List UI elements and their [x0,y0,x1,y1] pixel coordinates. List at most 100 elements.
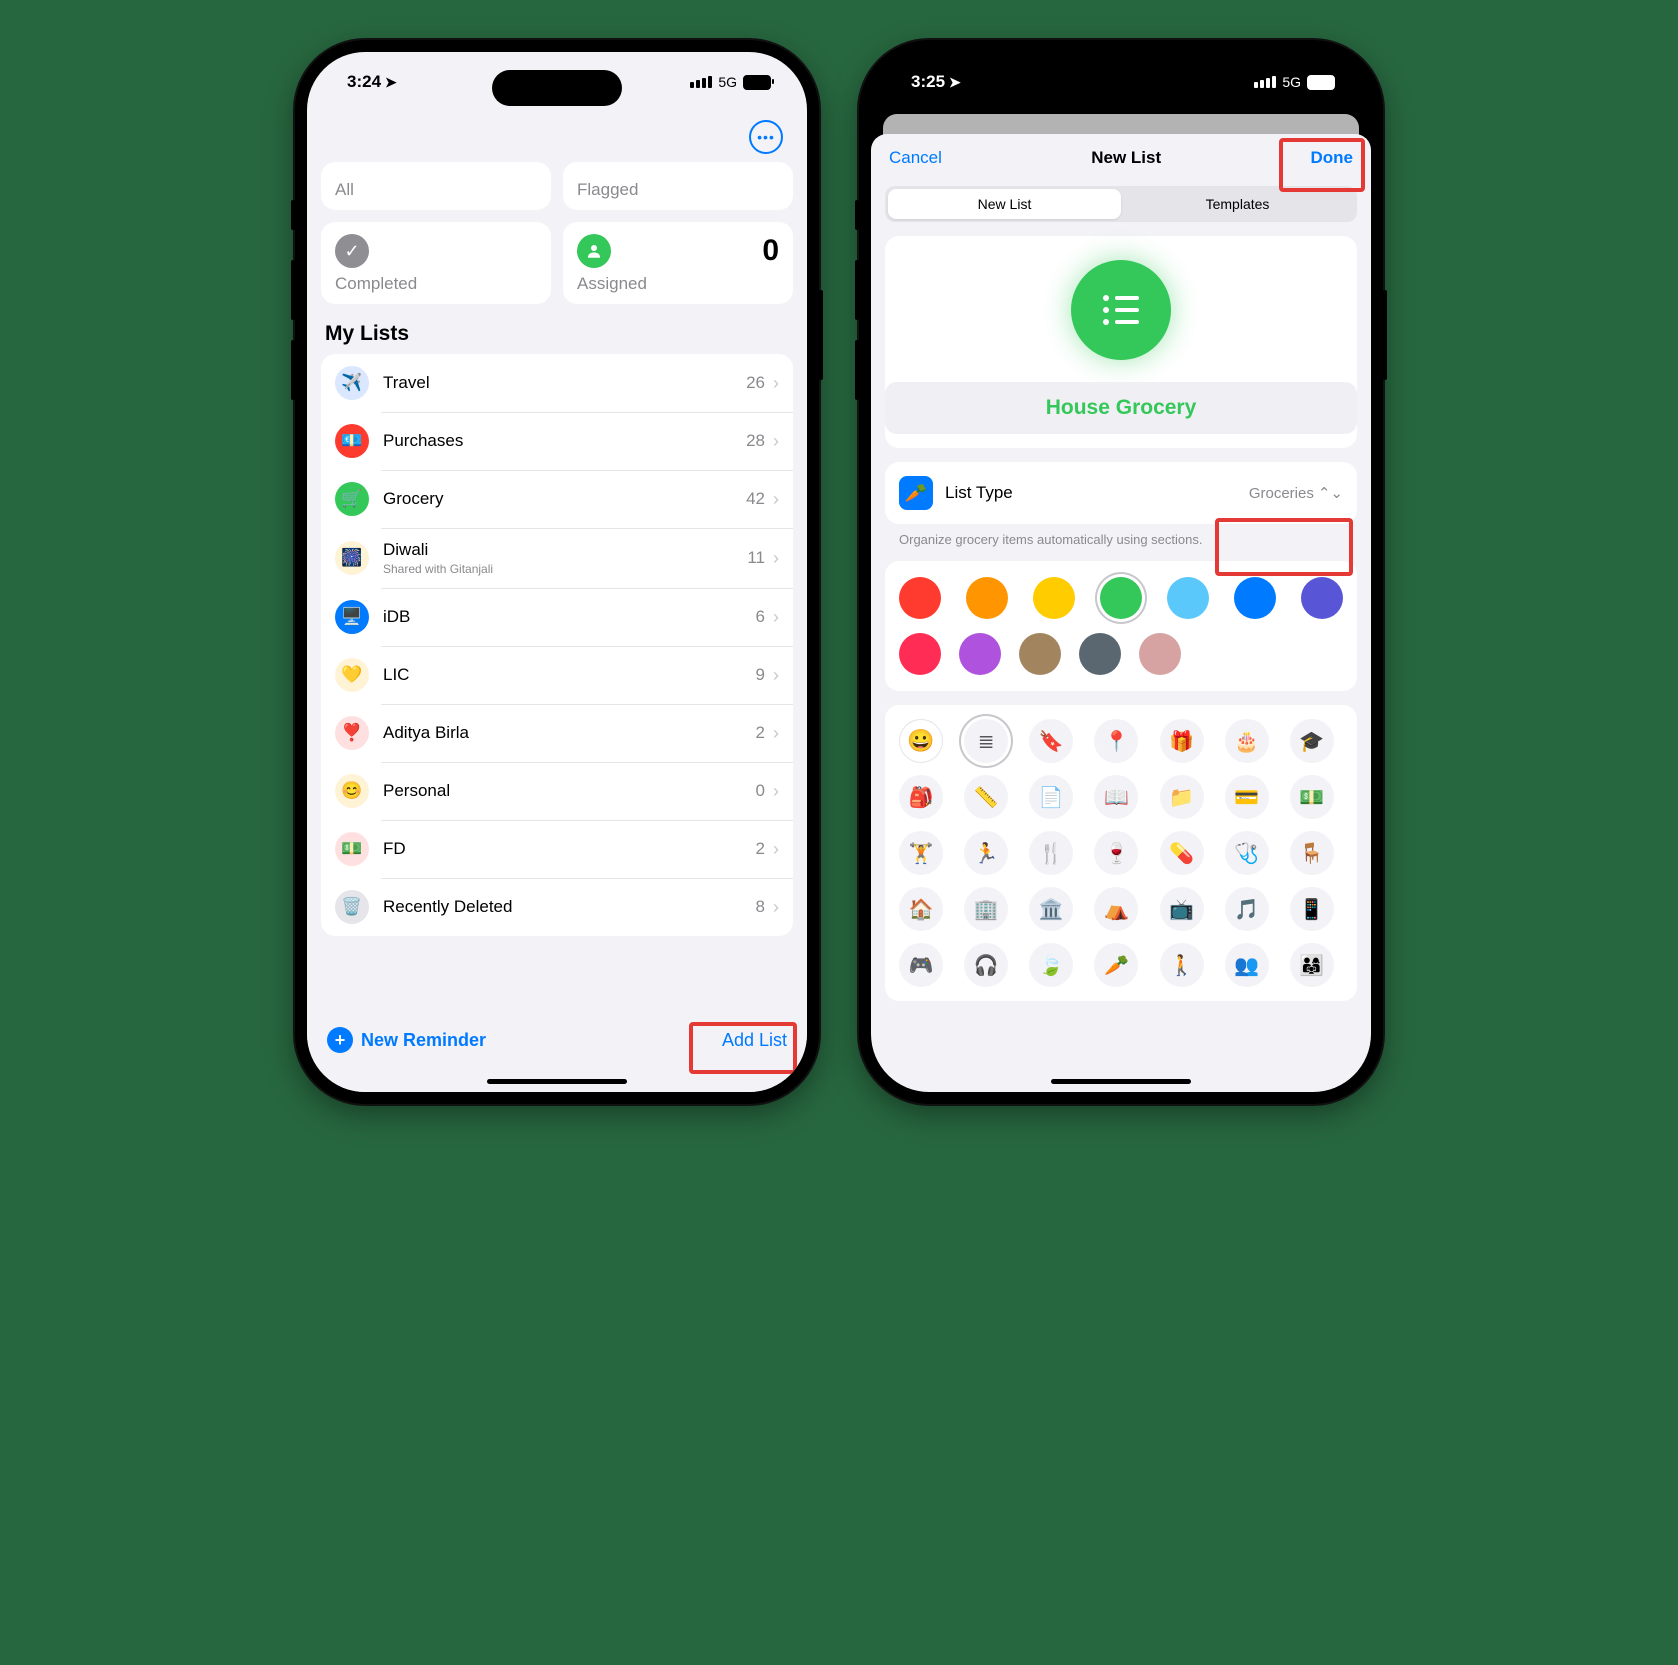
list-row-recently-deleted[interactable]: 🗑️Recently Deleted8› [321,878,793,936]
list-type-row[interactable]: 🥕 List Type Groceries ⌃⌄ [885,462,1357,524]
list-preview-icon [1071,260,1171,360]
graduation-icon[interactable]: 🎓 [1290,719,1334,763]
color-swatch[interactable] [966,577,1008,619]
gift-icon[interactable]: 🎁 [1160,719,1204,763]
ruler-icon[interactable]: 📏 [964,775,1008,819]
card-all-label: All [335,180,537,200]
add-list-button[interactable]: Add List [722,1030,787,1051]
headphones-icon[interactable]: 🎧 [964,943,1008,987]
more-button[interactable]: ••• [749,120,783,154]
list-icon: 💵 [335,832,369,866]
color-swatch[interactable] [959,633,1001,675]
color-swatch[interactable] [899,633,941,675]
running-icon[interactable]: 🏃 [964,831,1008,875]
battery-icon [743,75,771,90]
list-icon: 🛒 [335,482,369,516]
chevron-right-icon: › [773,665,779,686]
color-swatch[interactable] [1301,577,1343,619]
cash-icon[interactable]: 💵 [1290,775,1334,819]
carrot-icon: 🥕 [899,476,933,510]
list-row-travel[interactable]: ✈️Travel26› [321,354,793,412]
museum-icon[interactable]: 🏛️ [1029,887,1073,931]
color-swatch[interactable] [1079,633,1121,675]
cake-icon[interactable]: 🎂 [1225,719,1269,763]
book-icon[interactable]: 📖 [1094,775,1138,819]
cancel-button[interactable]: Cancel [889,148,942,168]
list-name-input[interactable]: House Grocery [885,382,1357,434]
color-swatch[interactable] [1139,633,1181,675]
list-row-diwali[interactable]: 🎆DiwaliShared with Gitanjali11› [321,528,793,588]
phone-left: 3:24 ➤ 5G ••• All Flagged [295,40,819,1104]
card-completed[interactable]: ✓ Completed [321,222,551,304]
list-icon: 🖥️ [335,600,369,634]
location-icon: ➤ [385,74,397,91]
list-row-fd[interactable]: 💵FD2› [321,820,793,878]
list-icon: ✈️ [335,366,369,400]
list-type-caption: Organize grocery items automatically usi… [871,530,1371,547]
color-swatch[interactable] [1033,577,1075,619]
people-icon[interactable]: 👥 [1225,943,1269,987]
segment-templates[interactable]: Templates [1121,189,1354,219]
folder-icon[interactable]: 📁 [1160,775,1204,819]
fork-knife-icon[interactable]: 🍴 [1029,831,1073,875]
list-title: Grocery [383,489,746,509]
person-icon[interactable]: 🚶 [1160,943,1204,987]
chevron-right-icon: › [773,839,779,860]
list-count: 11 [747,548,765,568]
pill-icon[interactable]: 💊 [1160,831,1204,875]
tv-icon[interactable]: 📺 [1160,887,1204,931]
card-all[interactable]: All [321,162,551,210]
stethoscope-icon[interactable]: 🩺 [1225,831,1269,875]
color-swatch[interactable] [1234,577,1276,619]
wine-icon[interactable]: 🍷 [1094,831,1138,875]
building-icon[interactable]: 🏢 [964,887,1008,931]
list-title: Personal [383,781,756,801]
color-swatch[interactable] [1100,577,1142,619]
list-row-grocery[interactable]: 🛒Grocery42› [321,470,793,528]
list-row-personal[interactable]: 😊Personal0› [321,762,793,820]
list-row-lic[interactable]: 💛LIC9› [321,646,793,704]
color-picker [885,561,1357,691]
list-title: iDB [383,607,756,627]
document-icon[interactable]: 📄 [1029,775,1073,819]
home-indicator [487,1079,627,1084]
chevron-right-icon: › [773,781,779,802]
family-icon[interactable]: 👨‍👩‍👧 [1290,943,1334,987]
backpack-icon[interactable]: 🎒 [899,775,943,819]
list-icon[interactable]: ≣ [964,719,1008,763]
carrot-icon[interactable]: 🥕 [1094,943,1138,987]
list-row-purchases[interactable]: 💶Purchases28› [321,412,793,470]
game-icon[interactable]: 🎮 [899,943,943,987]
card-assigned[interactable]: 0 Assigned [563,222,793,304]
chevron-right-icon: › [773,489,779,510]
new-reminder-button[interactable]: + New Reminder [327,1027,486,1053]
list-row-idb[interactable]: 🖥️iDB6› [321,588,793,646]
segment-new-list[interactable]: New List [888,189,1121,219]
emoji-icon[interactable]: 😀 [899,719,943,763]
chair-icon[interactable]: 🪑 [1290,831,1334,875]
tent-icon[interactable]: ⛺ [1094,887,1138,931]
segment-control[interactable]: New List Templates [885,186,1357,222]
phone-right: 3:25 ➤ 5G Cancel New List Done N [859,40,1383,1104]
music-icon[interactable]: 🎵 [1225,887,1269,931]
leaf-icon[interactable]: 🍃 [1029,943,1073,987]
list-row-aditya-birla[interactable]: ❣️Aditya Birla2› [321,704,793,762]
card-icon[interactable]: 💳 [1225,775,1269,819]
color-swatch[interactable] [1019,633,1061,675]
chevron-right-icon: › [773,373,779,394]
card-flagged[interactable]: Flagged [563,162,793,210]
signal-icon [690,76,712,88]
house-icon[interactable]: 🏠 [899,887,943,931]
list-count: 0 [756,781,765,801]
list-title: Travel [383,373,746,393]
dumbbell-icon[interactable]: 🏋️ [899,831,943,875]
battery-icon [1307,75,1335,90]
done-button[interactable]: Done [1310,148,1353,168]
color-swatch[interactable] [899,577,941,619]
color-swatch[interactable] [1167,577,1209,619]
pin-icon[interactable]: 📍 [1094,719,1138,763]
list-icon: 💶 [335,424,369,458]
phone-icon[interactable]: 📱 [1290,887,1334,931]
list-title: Aditya Birla [383,723,756,743]
bookmark-icon[interactable]: 🔖 [1029,719,1073,763]
